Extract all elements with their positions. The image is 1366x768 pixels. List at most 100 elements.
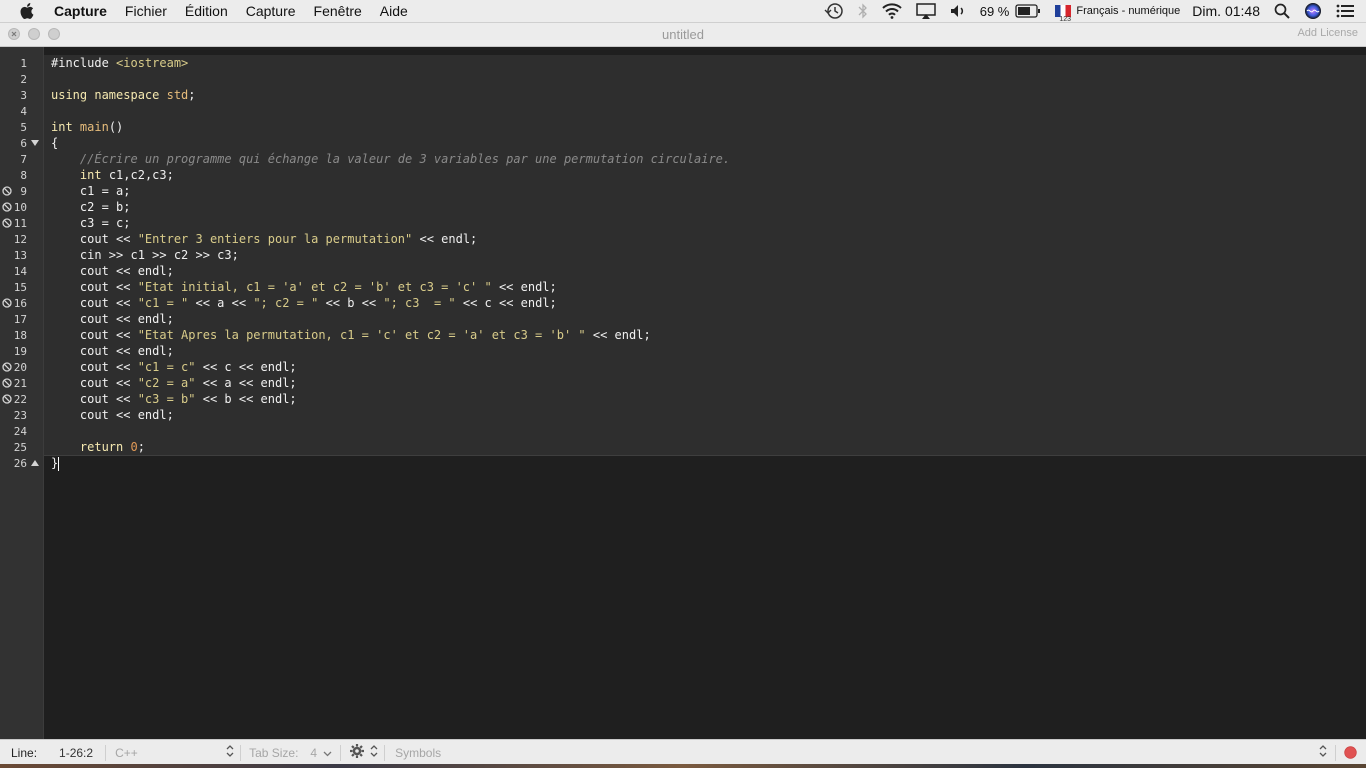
divider [105, 744, 107, 761]
fold-icon[interactable] [31, 139, 39, 147]
code-line-14[interactable]: cout << endl; [51, 263, 174, 279]
menu-fenetre[interactable]: Fenêtre [314, 3, 362, 19]
line-number-gutter[interactable]: 1 2 3 4 5 6 7 8 9 10 11 12 13 14 15 16 17 18 19 20 21 22 23 24 2… [0, 47, 44, 739]
code-line-18[interactable]: cout << "Etat Apres la permutation, c1 =… [51, 327, 651, 343]
add-license-button[interactable]: Add License [1297, 27, 1358, 39]
token-text: c3 = c; [51, 216, 131, 230]
code-line-12[interactable]: cout << "Entrer 3 entiers pour la permut… [51, 231, 477, 247]
input-source-menu[interactable]: 123 Français - numérique [1055, 5, 1180, 23]
bluetooth-icon[interactable] [858, 3, 868, 19]
code-line-8[interactable]: int c1,c2,c3; [51, 167, 174, 183]
code-line-15[interactable]: cout << "Etat initial, c1 = 'a' et c2 = … [51, 279, 557, 295]
gutter-row[interactable]: 9 [0, 183, 43, 199]
siri-icon[interactable] [1304, 2, 1322, 20]
code-line-7[interactable]: //Écrire un programme qui échange la val… [51, 151, 730, 167]
language-selector[interactable]: C++ [115, 744, 234, 761]
gutter-row[interactable]: 25 [0, 439, 43, 455]
code-line-23[interactable]: cout << endl; [51, 407, 174, 423]
airplay-icon[interactable] [915, 3, 936, 19]
breakpoint-icon[interactable] [2, 186, 12, 196]
line-number: 21 [13, 377, 27, 390]
code-line-21[interactable]: cout << "c2 = a" << a << endl; [51, 375, 297, 391]
code-line-16[interactable]: cout << "c1 = " << a << "; c2 = " << b <… [51, 295, 557, 311]
code-line-11[interactable]: c3 = c; [51, 215, 131, 231]
code-editor[interactable]: #include <iostream> using namespace std;… [44, 47, 1366, 739]
breakpoint-icon[interactable] [2, 298, 12, 308]
gutter-row[interactable]: 18 [0, 327, 43, 343]
gutter-row[interactable]: 23 [0, 407, 43, 423]
gutter-row[interactable]: 11 [0, 215, 43, 231]
breakpoint-icon[interactable] [2, 202, 12, 212]
time-machine-icon[interactable] [824, 2, 844, 20]
code-line-9[interactable]: c1 = a; [51, 183, 131, 199]
gutter-row[interactable]: 7 [0, 151, 43, 167]
code-line-20[interactable]: cout << "c1 = c" << c << endl; [51, 359, 297, 375]
code-line-1[interactable]: #include <iostream> [51, 55, 188, 71]
token-text: << a << [188, 296, 254, 310]
code-line-3[interactable]: using namespace std; [51, 87, 196, 103]
gutter-row[interactable]: 2 [0, 71, 43, 87]
gutter-row[interactable]: 14 [0, 263, 43, 279]
line-number: 4 [20, 105, 27, 118]
breakpoint-icon[interactable] [2, 394, 12, 404]
token-string: "; c2 = " [253, 296, 319, 310]
gutter-row[interactable]: 15 [0, 279, 43, 295]
gutter-row[interactable]: 4 [0, 103, 43, 119]
wifi-icon[interactable] [882, 3, 902, 19]
gutter-row[interactable]: 3 [0, 87, 43, 103]
fold-icon[interactable] [31, 459, 39, 467]
code-line-6[interactable]: { [51, 135, 58, 151]
menu-fichier[interactable]: Fichier [125, 3, 167, 19]
volume-icon[interactable] [950, 3, 966, 19]
gutter-row[interactable]: 20 [0, 359, 43, 375]
divider [384, 744, 386, 761]
gutter-row[interactable]: 17 [0, 311, 43, 327]
code-line-26[interactable]: } [51, 455, 60, 471]
record-icon[interactable] [1344, 746, 1357, 759]
gutter-row[interactable]: 8 [0, 167, 43, 183]
symbols-selector[interactable]: Symbols [395, 744, 1335, 761]
code-line-25[interactable]: return 0; [51, 439, 145, 455]
spotlight-icon[interactable] [1274, 3, 1290, 19]
gutter-row[interactable]: 19 [0, 343, 43, 359]
token-keyword: using [51, 88, 95, 102]
breakpoint-icon[interactable] [2, 378, 12, 388]
menu-capture[interactable]: Capture [246, 3, 296, 19]
apple-icon[interactable] [20, 3, 36, 19]
token-text: cout << [51, 376, 138, 390]
breakpoint-icon[interactable] [2, 362, 12, 372]
gutter-row[interactable]: 16 [0, 295, 43, 311]
text-caret [58, 456, 60, 471]
breakpoint-icon[interactable] [2, 218, 12, 228]
gutter-row[interactable]: 24 [0, 423, 43, 439]
gutter-row[interactable]: 1 [0, 55, 43, 71]
notification-center-icon[interactable] [1336, 4, 1354, 18]
code-line-5[interactable]: int main() [51, 119, 123, 135]
line-position[interactable]: 1-26:2 [59, 746, 93, 760]
line-number: 3 [20, 89, 27, 102]
gutter-row[interactable]: 21 [0, 375, 43, 391]
token-punct: { [51, 136, 59, 150]
code-line-17[interactable]: cout << endl; [51, 311, 174, 327]
gutter-row[interactable]: 22 [0, 391, 43, 407]
code-line-22[interactable]: cout << "c3 = b" << b << endl; [51, 391, 297, 407]
menu-app-name[interactable]: Capture [54, 3, 107, 19]
menu-aide[interactable]: Aide [380, 3, 408, 19]
tab-size-selector[interactable]: 4 [310, 746, 332, 760]
gutter-row[interactable]: 6 [0, 135, 43, 151]
gutter-row[interactable]: 26 [0, 455, 43, 471]
menubar-clock[interactable]: Dim. 01:48 [1192, 3, 1260, 19]
battery-icon[interactable] [1015, 4, 1041, 18]
code-line-19[interactable]: cout << endl; [51, 343, 174, 359]
settings-menu[interactable] [350, 744, 378, 761]
menu-edition[interactable]: Édition [185, 3, 228, 19]
gutter-row[interactable]: 12 [0, 231, 43, 247]
line-number: 6 [20, 137, 27, 150]
gutter-row[interactable]: 13 [0, 247, 43, 263]
gutter-row[interactable]: 5 [0, 119, 43, 135]
code-line-13[interactable]: cin >> c1 >> c2 >> c3; [51, 247, 239, 263]
gutter-row[interactable]: 10 [0, 199, 43, 215]
line-number: 26 [13, 457, 27, 470]
code-line-10[interactable]: c2 = b; [51, 199, 131, 215]
token-text: cout << endl; [51, 344, 174, 358]
